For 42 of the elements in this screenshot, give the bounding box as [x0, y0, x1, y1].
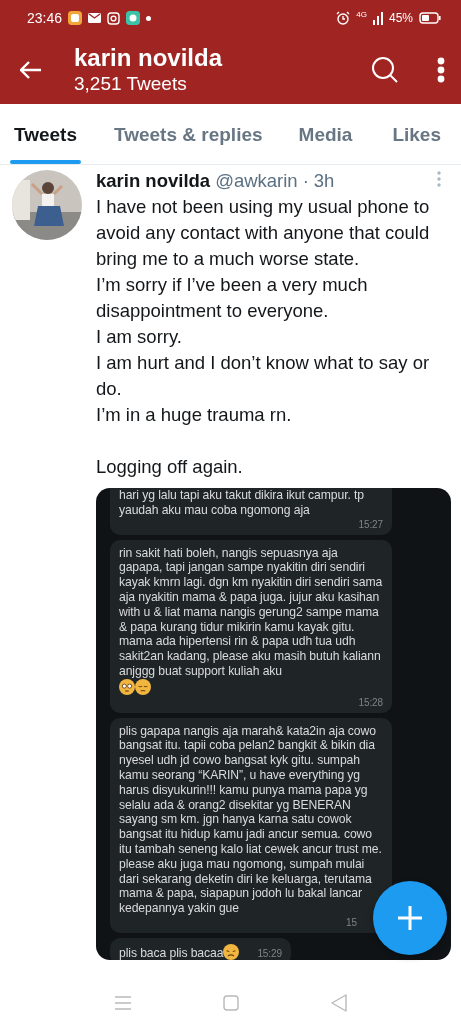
tweet-text: I’m sorry if I’ve been a very much disappointment to everyone.: [96, 273, 369, 323]
message-text: plis baca plis bacaa: [119, 945, 224, 960]
author-name[interactable]: karin novilda: [96, 170, 211, 192]
app-icon: [68, 11, 83, 25]
notification-dot-icon: [146, 15, 152, 21]
mail-icon: [88, 13, 102, 23]
message-text: plis gapapa nangis aja marah& kata2in aja cowo bangsat itu. tapii coba pelan2 bangkit & bikin dia nyesel udh jd cowo bangsat kyk gitu. sumpah kamu seorang “KARIN”, u have everything yg harus disyukurin!!! kamu punya mama papa yg selalu ada & orang2 disekitar yg BENERAN sayang sm km. jgn hanya karna satu cowok bangsat itu hidup kamu jadi ancur semua. cowo itu tambah seneng kalo liat cewek ancur trust me. please aku juga mau ngomong, sumpah mulai dari sekarang deketin diri ke keluarga, terutama mama & papa, siapapun jodoh lu bakal lancar kedepannya yakin gue: [119, 723, 382, 916]
tweet-time: 3h: [313, 170, 335, 192]
tweet-text: I’m in a huge trauma rn.: [96, 403, 293, 427]
emoji-icon: [135, 678, 151, 695]
search-icon[interactable]: [371, 56, 399, 84]
network-type: 4G: [356, 10, 367, 19]
camera-icon: [107, 11, 121, 25]
back-arrow-icon[interactable]: [20, 61, 42, 79]
tab[interactable]: Tweets & replies: [114, 104, 263, 164]
clock-time: 23:46: [27, 10, 63, 26]
tweet-count: 3,251 Tweets: [74, 72, 187, 96]
message-text: hari yg lalu tapi aku takut dikira ikut campur. tp yaudah aku mau coba ngomong aja: [119, 488, 364, 517]
message-time: 15:28: [357, 696, 383, 709]
tweet-text: I have not been using my usual phone to avoid any contact with anyone that could bring me to a much worse state.: [96, 195, 431, 271]
message-time: 15: [345, 916, 358, 929]
battery-icon: [419, 12, 441, 24]
tab[interactable]: Likes: [392, 104, 441, 164]
separator-dot: ·: [302, 170, 309, 192]
message-time: 15:27: [357, 518, 383, 531]
message-time: 15:29: [257, 947, 282, 959]
plus-icon: [397, 905, 423, 931]
alarm-icon: [336, 11, 351, 25]
author-handle: @awkarin: [215, 170, 298, 192]
battery-percent: 45%: [388, 11, 413, 25]
signal-icon: [372, 11, 383, 25]
tweet-text: I am hurt and I don’t know what to say or do.: [96, 351, 431, 401]
profile-name: karin novilda: [74, 44, 223, 72]
tweet-text: I am sorry.: [96, 325, 183, 349]
tweet-text: Logging off again.: [96, 455, 244, 479]
emoji-icon: [119, 678, 135, 695]
more-options-icon[interactable]: [437, 57, 445, 83]
emoji-icon: [223, 943, 240, 960]
tab[interactable]: Media: [298, 104, 353, 164]
app-icon: [126, 11, 141, 25]
chat-screenshot[interactable]: [96, 488, 451, 960]
message-text: rin sakit hati boleh, nangis sepuasnya aja gapapa, tapi jangan sampe nyakitin diri sendiri kayak kmrn lagi. dgn km nyakitin diri sendiri sama aja nyakitin mama & papa juga. jujur aku kasihan with u & liat mama nangis gerung2 sampe mama & papa kurang tidur mikirin kamu kayak gitu. mama ada hipertensi rin & papa udh tua udh sakit2an kadang, please aku masih butuh kaliann anjggg buat support kuliah aku: [119, 545, 383, 678]
